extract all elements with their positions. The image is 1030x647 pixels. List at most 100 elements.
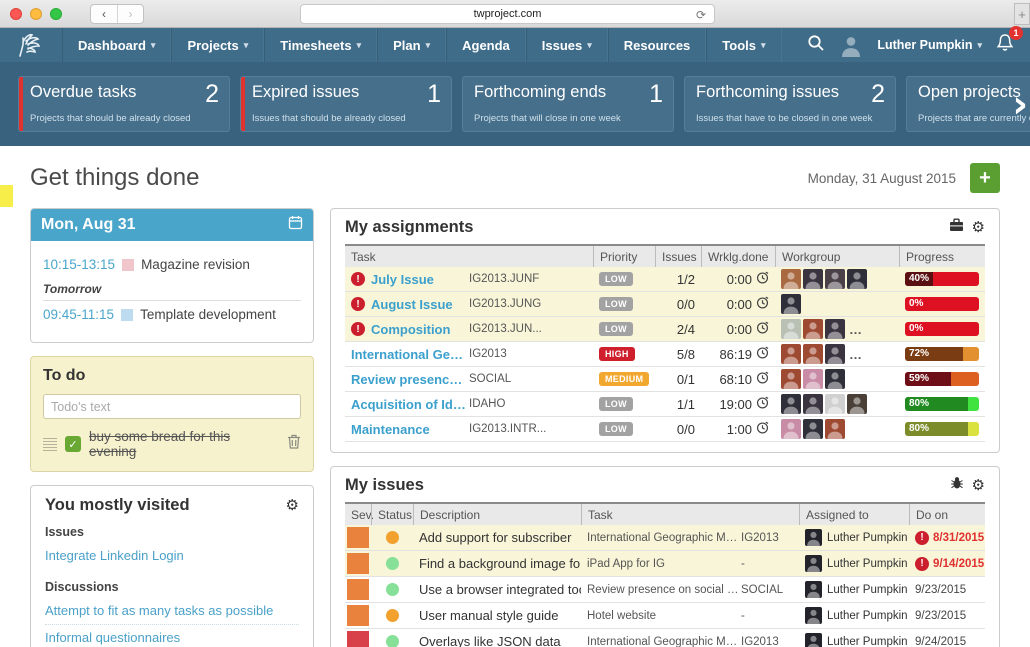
member-avatar[interactable] [825,269,845,289]
search-icon[interactable] [807,34,825,57]
address-bar[interactable]: twproject.com ⟳ [300,4,715,24]
event-time: 10:15-13:15 [43,257,115,272]
agenda-event[interactable]: 09:45-11:15 Template development [43,307,301,322]
nav-item-issues[interactable]: Issues▾ [526,28,608,62]
back-button[interactable]: ‹ [91,5,117,23]
severity-block [347,631,369,647]
assignee-avatar[interactable] [805,607,822,624]
member-avatar[interactable] [825,319,845,339]
member-avatar[interactable] [803,344,823,364]
user-menu[interactable]: Luther Pumpkin ▾ [877,38,982,52]
member-avatar[interactable] [847,269,867,289]
status-dot[interactable] [386,557,399,570]
close-window-button[interactable] [10,8,22,20]
worklog-clock-icon[interactable] [756,396,769,412]
alert-card-subtitle: Projects that will close in one week [474,113,621,124]
todo-input[interactable] [43,394,301,419]
assignee-avatar[interactable] [805,555,822,572]
member-avatar[interactable] [803,419,823,439]
worklog-clock-icon[interactable] [756,271,769,287]
bug-icon[interactable] [950,476,964,495]
calendar-icon[interactable] [288,215,303,235]
assignee-avatar[interactable] [805,633,822,647]
member-avatar[interactable] [781,319,801,339]
member-avatar[interactable] [803,394,823,414]
visited-link[interactable]: Informal questionnaires [45,625,299,647]
status-dot[interactable] [386,583,399,596]
nav-item-dashboard[interactable]: Dashboard▾ [62,28,171,62]
trash-icon[interactable] [287,434,301,454]
issue-description[interactable]: Use a browser integrated tool [413,582,581,597]
user-avatar-image[interactable] [839,33,863,57]
nav-item-plan[interactable]: Plan▾ [377,28,446,62]
task-link[interactable]: Maintenance [351,422,469,437]
member-avatar[interactable] [781,344,801,364]
visited-link[interactable]: Integrate Linkedin Login [45,543,299,570]
notifications-button[interactable]: 1 [996,33,1014,57]
member-avatar[interactable] [825,344,845,364]
member-avatar[interactable] [847,394,867,414]
gear-icon[interactable]: ⚙ [286,498,299,513]
worklog-clock-icon[interactable] [756,321,769,337]
member-avatar[interactable] [803,269,823,289]
carousel-next-arrow[interactable]: › [1012,86,1028,122]
task-link[interactable]: Acquisition of Idaho Geogra... [351,397,469,412]
status-dot[interactable] [386,531,399,544]
add-button[interactable]: + [970,163,1000,193]
visited-link[interactable]: Attempt to fit as many tasks as possible [45,598,299,626]
status-dot[interactable] [386,609,399,622]
reload-icon[interactable]: ⟳ [696,8,706,22]
member-avatar[interactable] [781,269,801,289]
alert-card[interactable]: Expired issues1Issues that should be alr… [240,76,452,132]
agenda-header[interactable]: Mon, Aug 31 [31,209,313,241]
task-link[interactable]: Composition [371,322,469,337]
drag-handle-icon[interactable] [43,438,57,451]
member-avatar[interactable] [781,294,801,314]
issue-description[interactable]: Add support for subscriber [413,530,581,545]
worklog-clock-icon[interactable] [756,371,769,387]
member-avatar[interactable] [781,419,801,439]
agenda-event[interactable]: 10:15-13:15 Magazine revision [43,257,301,272]
issue-description[interactable]: User manual style guide [413,608,581,623]
member-avatar[interactable] [825,419,845,439]
task-link[interactable]: August Issue [371,297,469,312]
nav-item-resources[interactable]: Resources [608,28,706,62]
assignee-avatar[interactable] [805,529,822,546]
alert-card[interactable]: Overdue tasks2Projects that should be al… [18,76,230,132]
alert-card[interactable]: Forthcoming issues2Issues that have to b… [684,76,896,132]
task-link[interactable]: July Issue [371,272,469,287]
side-pull-tab[interactable] [0,185,13,207]
nav-item-timesheets[interactable]: Timesheets▾ [264,28,377,62]
todo-checkbox[interactable]: ✓ [65,436,81,452]
briefcase-icon[interactable] [949,218,964,237]
gear-icon[interactable]: ⚙ [972,478,985,493]
user-avatar[interactable] [839,33,863,57]
assignee-avatar[interactable] [805,581,822,598]
minimize-window-button[interactable] [30,8,42,20]
member-avatar[interactable] [825,369,845,389]
forward-button[interactable]: › [117,5,143,23]
member-avatar[interactable] [825,394,845,414]
nav-item-projects[interactable]: Projects▾ [171,28,264,62]
more-members-ellipsis[interactable]: … [849,347,863,362]
gear-icon[interactable]: ⚙ [972,220,985,235]
member-avatar[interactable] [803,369,823,389]
nav-item-tools[interactable]: Tools▾ [706,28,781,62]
worklog-clock-icon[interactable] [756,421,769,437]
worklog-clock-icon[interactable] [756,296,769,312]
new-tab-button[interactable]: + [1014,3,1030,25]
status-dot[interactable] [386,635,399,647]
zoom-window-button[interactable] [50,8,62,20]
twproject-logo-icon[interactable] [0,28,62,62]
task-link[interactable]: International Geographic M... [351,347,469,362]
issue-description[interactable]: Find a background image for login [413,556,581,571]
worklog-clock-icon[interactable] [756,346,769,362]
issue-description[interactable]: Overlays like JSON data [413,634,581,647]
nav-item-agenda[interactable]: Agenda [446,28,526,62]
task-link[interactable]: Review presence on social n... [351,372,469,387]
member-avatar[interactable] [781,369,801,389]
more-members-ellipsis[interactable]: … [849,322,863,337]
member-avatar[interactable] [781,394,801,414]
member-avatar[interactable] [803,319,823,339]
alert-card[interactable]: Forthcoming ends1Projects that will clos… [462,76,674,132]
